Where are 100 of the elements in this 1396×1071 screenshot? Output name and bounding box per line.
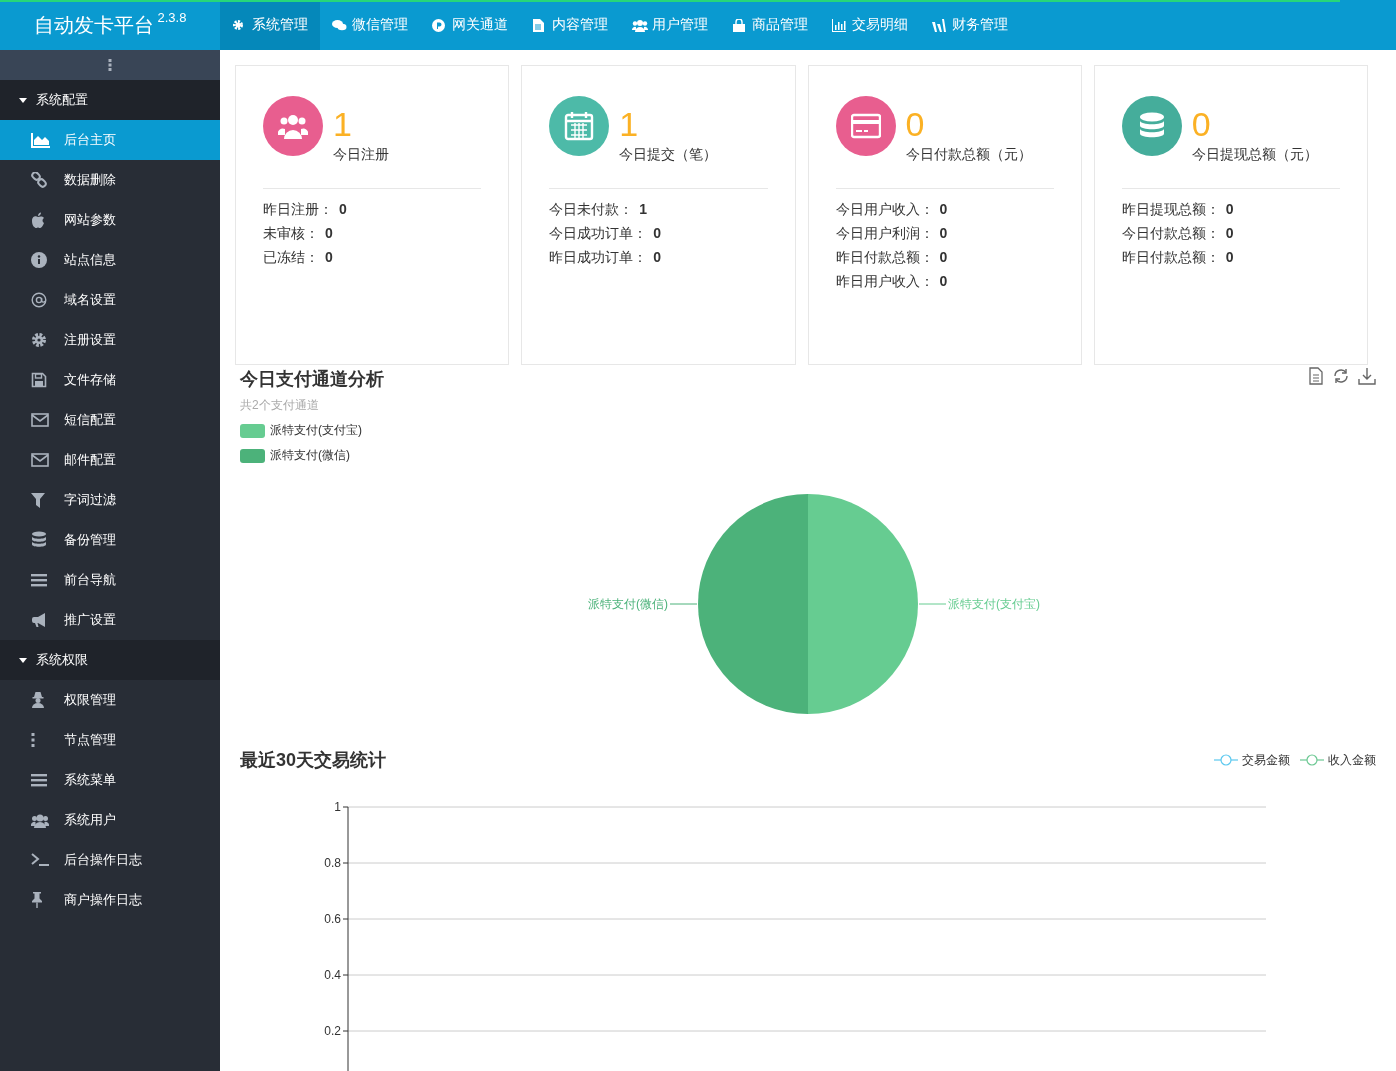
- detail-value: 0: [939, 273, 948, 289]
- sidebar-item[interactable]: 数据删除: [0, 160, 220, 200]
- users-icon: [31, 812, 49, 828]
- sidebar-item[interactable]: 文件存储: [0, 360, 220, 400]
- axis-tick-label: 0.4: [324, 968, 341, 982]
- detail-label: 昨日付款总额：: [1121, 249, 1220, 267]
- detail-value: 0: [325, 225, 333, 241]
- download-icon[interactable]: [1358, 367, 1376, 385]
- slice-label: 派特支付(微信): [588, 597, 668, 611]
- bar-chart-icon: [832, 18, 848, 32]
- detail-value: 0: [653, 249, 662, 265]
- detail-label: 今日用户收入：: [835, 201, 934, 219]
- users-icon: [632, 18, 648, 32]
- detail-value: 0: [939, 201, 948, 217]
- sidebar-item[interactable]: 字词过滤: [0, 480, 220, 520]
- stat-value: 0: [905, 104, 925, 144]
- brand-title: 自动发卡平台: [33, 12, 154, 38]
- terminal-prompt-icon: [31, 853, 49, 867]
- sidebar-item[interactable]: 域名设置: [0, 280, 220, 320]
- sidebar-item[interactable]: 注册设置: [0, 320, 220, 360]
- detail-label: 今日付款总额：: [1121, 225, 1220, 243]
- leader-line: [918, 603, 947, 605]
- detail-label: 未审核：: [263, 225, 319, 243]
- pie-slice[interactable]: [698, 494, 808, 714]
- sidebar-item[interactable]: 节点管理: [0, 720, 220, 760]
- axis-tick-label: 0.8: [324, 856, 341, 870]
- envelope-icon: [31, 413, 49, 427]
- detail-label: 已冻结：: [263, 249, 319, 267]
- detail-value: 0: [339, 201, 347, 217]
- sidebar-item[interactable]: 邮件配置: [0, 440, 220, 480]
- menu-icon: [31, 573, 47, 587]
- detail-label: 昨日付款总额：: [835, 249, 934, 267]
- legend-item[interactable]: 派特支付(支付宝): [240, 422, 384, 439]
- envelope-icon: [31, 453, 49, 467]
- sidebar-item[interactable]: 系统菜单: [0, 760, 220, 800]
- calendar-icon: [564, 111, 595, 141]
- gear-icon: [31, 332, 47, 348]
- detail-label: 今日成功订单：: [549, 225, 648, 243]
- detail-value: 0: [939, 225, 948, 241]
- detail-label: 昨日注册：: [263, 201, 333, 219]
- apple-icon: [31, 212, 45, 228]
- sidebar-item[interactable]: 网站参数: [0, 200, 220, 240]
- legend-item[interactable]: 交易金额: [1214, 751, 1290, 769]
- sidebar-item[interactable]: 站点信息: [0, 240, 220, 280]
- vertical-dots-icon: [108, 59, 112, 71]
- info-circle-icon: [31, 252, 47, 268]
- nav-tab[interactable]: 系统管理: [220, 0, 320, 50]
- sidebar-item[interactable]: 前台导航: [0, 560, 220, 600]
- version-label: 2.3.8: [157, 10, 187, 25]
- document-icon[interactable]: [1308, 367, 1324, 385]
- detail-label: 今日未付款：: [549, 201, 634, 219]
- sidebar-item[interactable]: 权限管理: [0, 680, 220, 720]
- pushpin-icon: [31, 892, 43, 908]
- stat-label: 今日注册: [333, 146, 389, 164]
- stat-label: 今日提交（笔）: [619, 146, 718, 164]
- sidebar-item[interactable]: 系统用户: [0, 800, 220, 840]
- stat-label: 今日付款总额（元）: [905, 146, 1032, 164]
- bar-pattern-icon: [932, 18, 948, 32]
- detail-value: 0: [325, 249, 333, 265]
- detail-value: 0: [1225, 249, 1234, 265]
- credit-card-icon: [850, 111, 881, 141]
- sidebar-item[interactable]: 推广设置: [0, 600, 220, 640]
- axis-tick-label: 0.6: [324, 912, 341, 926]
- sidebar-item[interactable]: 备份管理: [0, 520, 220, 560]
- detail-label: 今日用户利润：: [835, 225, 934, 243]
- detail-label: 昨日成功订单：: [549, 249, 648, 267]
- sidebar-item[interactable]: 短信配置: [0, 400, 220, 440]
- p-circle-icon: [432, 18, 448, 32]
- section-subtitle: 共2个支付通道: [240, 397, 320, 414]
- menu-group[interactable]: 系统权限: [0, 640, 220, 680]
- section-title: 今日支付通道分析: [240, 368, 384, 391]
- chain-link-icon: [31, 172, 47, 188]
- menu-group[interactable]: 系统配置: [0, 80, 220, 120]
- detail-label: 昨日用户收入：: [835, 273, 934, 291]
- shopping-bag-icon: [732, 18, 748, 32]
- leader-line: [669, 603, 698, 605]
- detail-value: 1: [639, 201, 648, 217]
- area-chart-icon: [31, 132, 51, 148]
- stat-value: 1: [619, 104, 639, 144]
- axis-tick-label: 0.2: [324, 1024, 341, 1038]
- group-label: 系统权限: [36, 651, 88, 669]
- menu-icon: [31, 773, 47, 787]
- detail-value: 0: [1225, 201, 1234, 217]
- line-marker-icon: [1214, 754, 1238, 766]
- legend-item[interactable]: 派特支付(微信): [240, 447, 384, 464]
- sidebar-item[interactable]: 商户操作日志: [0, 880, 220, 920]
- detail-value: 0: [1225, 225, 1234, 241]
- slice-label: 派特支付(支付宝): [948, 597, 1040, 611]
- group-label: 系统配置: [36, 91, 88, 109]
- stat-value: 1: [333, 104, 352, 144]
- detail-value: 0: [653, 225, 662, 241]
- hatted-figure-icon: [31, 692, 45, 708]
- chat-bubbles-icon: [332, 18, 348, 32]
- detail-label: 昨日提现总额：: [1121, 201, 1220, 219]
- stat-label: 今日提现总额（元）: [1191, 146, 1318, 164]
- refresh-icon[interactable]: [1332, 367, 1350, 385]
- section-title: 最近30天交易统计: [240, 749, 387, 772]
- legend-item[interactable]: 收入金额: [1300, 751, 1376, 769]
- at-sign-icon: [31, 292, 47, 308]
- sidebar-item[interactable]: 后台操作日志: [0, 840, 220, 880]
